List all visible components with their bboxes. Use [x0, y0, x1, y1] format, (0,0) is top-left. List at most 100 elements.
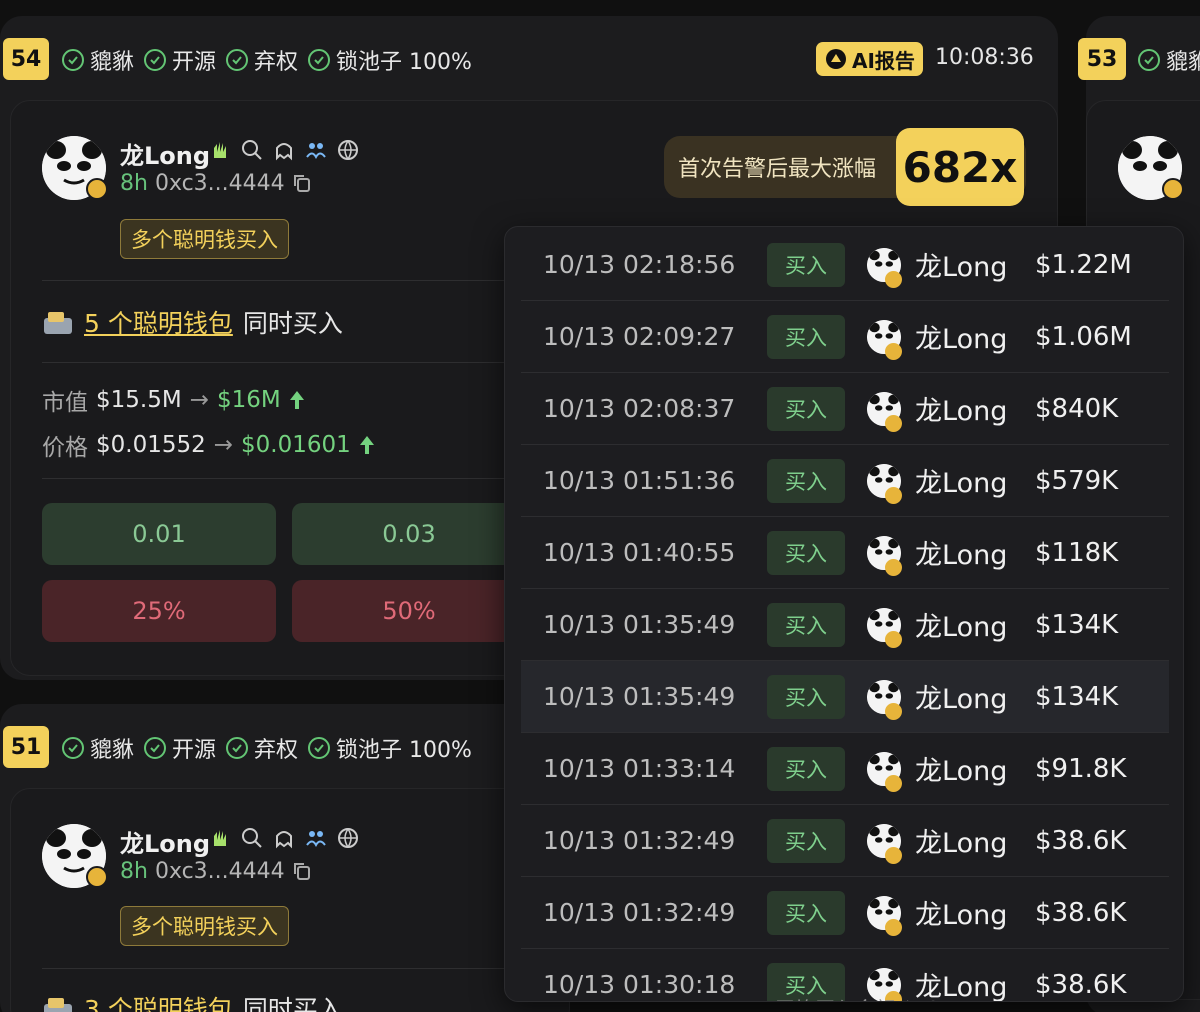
tag-open-source: 开源: [144, 732, 216, 764]
search-icon[interactable]: [240, 138, 264, 162]
trade-action-badge: 买入: [767, 674, 845, 719]
tag-renounced: 弃权: [226, 732, 298, 764]
copy-icon[interactable]: [292, 173, 312, 193]
smart-wallet-link[interactable]: 3 个聪明钱包: [84, 990, 233, 1012]
token-links: [208, 826, 360, 850]
check-circle-icon: [308, 49, 331, 71]
trade-row[interactable]: 10/13 01:33:14 买入 龙Long $91.8K: [521, 733, 1169, 805]
trade-row[interactable]: 10/13 01:32:49 买入 龙Long $38.6K: [521, 805, 1169, 877]
smart-money-trades-popup: 10/13 01:30:18 买入 龙Long $38.6K 10/13 01:32:4…: [504, 226, 1184, 1002]
token-name[interactable]: 龙Long: [120, 824, 210, 859]
token-links: [208, 138, 360, 162]
trade-action-badge: 买入: [767, 458, 845, 503]
chain-coin-icon: [885, 775, 902, 792]
smart-money-tag: 多个聪明钱买入: [120, 906, 289, 946]
trader-name: 龙Long: [915, 684, 1008, 715]
hand-icon[interactable]: [208, 138, 232, 162]
trader-name: 龙Long: [915, 468, 1008, 499]
arrow-up-icon: [359, 436, 374, 454]
trade-time: 10/13 02:08:37: [543, 394, 736, 423]
trade-action-badge: 买入: [767, 386, 845, 431]
trade-action-badge: 买入: [767, 890, 845, 935]
chain-coin-icon: [885, 919, 902, 936]
chain-coin-icon: [885, 487, 902, 504]
ghost-icon[interactable]: [272, 138, 296, 162]
trade-row[interactable]: 10/13 01:35:49 买入 龙Long $134K: [521, 661, 1169, 733]
trader-name: 龙Long: [915, 756, 1008, 787]
buy-button-0-03[interactable]: 0.03: [292, 503, 526, 565]
ai-report-button[interactable]: AI报告: [816, 42, 923, 76]
trade-amount: $134K: [1035, 609, 1119, 640]
token-address: 8h 0xc3...4444: [120, 171, 312, 196]
trade-amount: $579K: [1035, 465, 1119, 496]
trade-amount: $118K: [1035, 537, 1119, 568]
check-circle-icon: [226, 49, 249, 71]
smart-wallet-line: 5 个聪明钱包 同时买入: [42, 304, 343, 340]
trader-name: 龙Long: [915, 396, 1008, 427]
trader-name: 龙Long: [915, 540, 1008, 571]
tag-honeypot: 貔貅: [62, 44, 134, 76]
sell-button-25[interactable]: 25%: [42, 580, 276, 642]
ghost-icon[interactable]: [272, 826, 296, 850]
tag-honeypot: 貔貅: [1138, 44, 1200, 76]
users-icon[interactable]: [304, 826, 328, 850]
copy-icon[interactable]: [292, 861, 312, 881]
token-name[interactable]: 龙Long: [120, 136, 210, 171]
chain-coin-icon: [885, 631, 902, 648]
trade-time: 10/13 01:30:18: [543, 970, 736, 999]
trade-row[interactable]: 10/13 01:51:36 买入 龙Long $579K: [521, 445, 1169, 517]
trade-time: 10/13 02:09:27: [543, 322, 736, 351]
divider: [42, 968, 512, 969]
tag-renounced: 弃权: [226, 44, 298, 76]
trade-time: 10/13 01:51:36: [543, 466, 736, 495]
trade-time: 10/13 02:18:56: [543, 250, 736, 279]
trade-amount: $38.6K: [1035, 969, 1127, 1000]
trader-name: 龙Long: [915, 324, 1008, 355]
trader-name: 龙Long: [915, 828, 1008, 859]
chain-coin-icon: [885, 559, 902, 576]
trade-time: 10/13 01:32:49: [543, 826, 736, 855]
chain-coin-icon: [86, 178, 108, 200]
trade-row[interactable]: 10/13 02:08:37 买入 龙Long $840K: [521, 373, 1169, 445]
smart-wallet-link[interactable]: 5 个聪明钱包: [84, 304, 233, 340]
trade-row[interactable]: 10/13 02:18:56 买入 龙Long $1.22M: [521, 229, 1169, 301]
check-circle-icon: [144, 737, 167, 759]
divider: [42, 280, 512, 281]
rank-badge: 51: [3, 726, 49, 768]
rocket-icon: [826, 49, 846, 69]
arrow-up-icon: [289, 391, 304, 409]
buy-button-0-01[interactable]: 0.01: [42, 503, 276, 565]
chain-coin-icon: [885, 343, 902, 360]
hand-icon[interactable]: [208, 826, 232, 850]
chain-coin-icon: [1162, 178, 1184, 200]
users-icon[interactable]: [304, 138, 328, 162]
tag-lp-locked: 锁池子 100%: [308, 732, 472, 764]
trade-amount: $1.22M: [1035, 249, 1132, 280]
security-tags: 貔貅 开源 弃权 锁池子 100%: [62, 732, 472, 764]
tag-honeypot: 貔貅: [62, 732, 134, 764]
search-icon[interactable]: [240, 826, 264, 850]
trade-row[interactable]: 10/13 01:35:49 买入 龙Long $134K: [521, 589, 1169, 661]
chain-coin-icon: [885, 271, 902, 288]
arrow-right-icon: →: [189, 387, 209, 413]
check-circle-icon: [226, 737, 249, 759]
divider: [42, 478, 512, 479]
globe-icon[interactable]: [336, 826, 360, 850]
arrow-right-icon: →: [213, 432, 234, 458]
globe-icon[interactable]: [336, 138, 360, 162]
sell-button-50[interactable]: 50%: [292, 580, 526, 642]
chain-coin-icon: [885, 415, 902, 432]
trade-row[interactable]: 10/13 02:09:27 买入 龙Long $1.06M: [521, 301, 1169, 373]
chain-coin-icon: [86, 866, 108, 888]
rank-badge: 54: [3, 38, 49, 80]
tag-open-source: 开源: [144, 44, 216, 76]
trade-row[interactable]: 10/13 01:32:49 买入 龙Long $38.6K: [521, 877, 1169, 949]
trade-action-badge: 买入: [767, 530, 845, 575]
trade-row[interactable]: 10/13 01:40:55 买入 龙Long $118K: [521, 517, 1169, 589]
price-line: 价格 $0.01552 → $0.01601: [42, 428, 375, 462]
trade-action-badge: 买入: [767, 818, 845, 863]
trade-amount: $134K: [1035, 681, 1119, 712]
trade-time: 10/13 01:33:14: [543, 754, 736, 783]
max-gain-value: 682x: [896, 128, 1024, 206]
smart-money-tag: 多个聪明钱买入: [120, 219, 289, 259]
